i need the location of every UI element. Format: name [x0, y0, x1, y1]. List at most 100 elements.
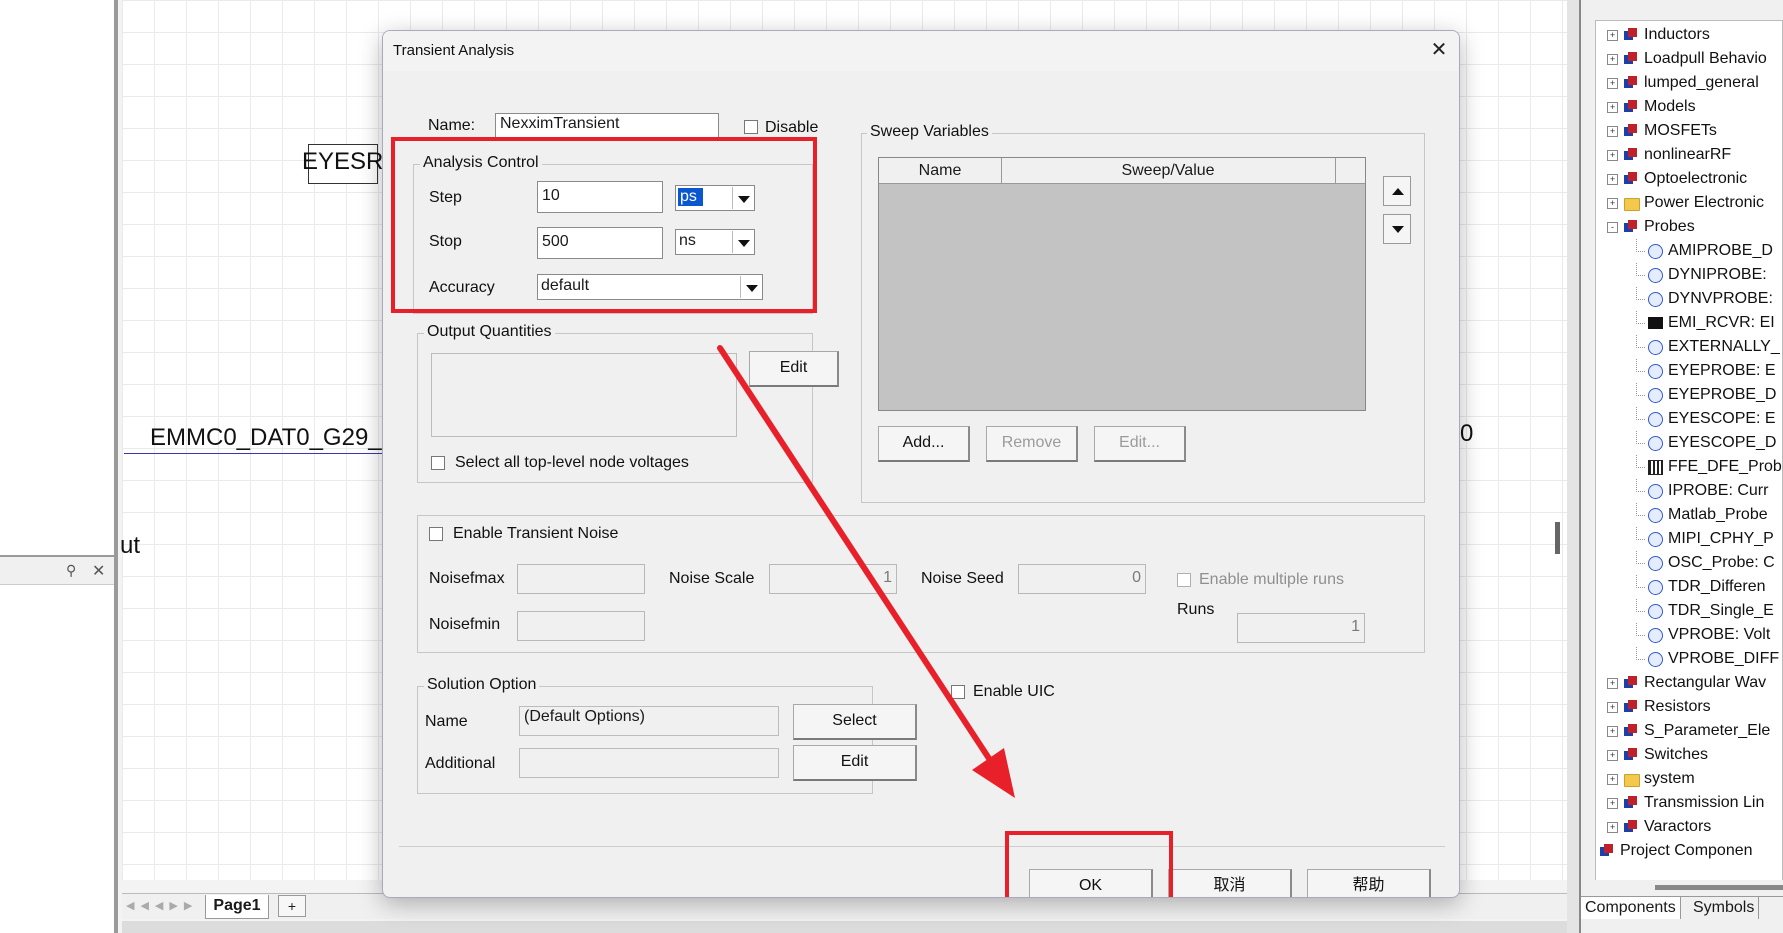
solution-select-button[interactable]: Select	[793, 704, 917, 740]
expand-icon[interactable]: +	[1607, 150, 1618, 161]
column-sweep-value[interactable]: Sweep/Value	[1001, 158, 1336, 183]
probe-icon	[1648, 628, 1663, 643]
probe-icon	[1648, 532, 1663, 547]
close-icon[interactable]: ✕	[92, 561, 105, 581]
schematic-label-eyes: EYESR	[302, 148, 384, 175]
splitter[interactable]	[1567, 0, 1579, 933]
pin-icon[interactable]: ⚲	[66, 562, 76, 579]
folder-icon	[1624, 198, 1640, 211]
noise-scale-label: Noise Scale	[669, 570, 755, 587]
probe-icon	[1648, 652, 1663, 667]
output-quantities-list[interactable]	[431, 353, 737, 437]
schematic-wire[interactable]	[124, 453, 384, 454]
expand-icon[interactable]: +	[1607, 174, 1618, 185]
cancel-button[interactable]: 取消	[1168, 869, 1292, 897]
noise-seed-input[interactable]: 0	[1018, 564, 1146, 594]
multiple-runs-checkbox[interactable]	[1177, 573, 1191, 587]
expand-icon[interactable]: +	[1607, 126, 1618, 137]
component-icon	[1624, 796, 1638, 810]
step-stop-highlight-box	[391, 137, 817, 313]
help-button[interactable]: 帮助	[1307, 869, 1431, 897]
page-tab[interactable]: Page1	[205, 895, 269, 919]
expand-icon[interactable]: +	[1607, 726, 1618, 737]
sweep-remove-button[interactable]: Remove	[986, 426, 1078, 462]
noisefmax-input[interactable]	[517, 564, 645, 594]
emi-receiver-icon	[1648, 317, 1663, 329]
tree-connector	[1636, 431, 1645, 444]
output-edit-button[interactable]: Edit	[749, 351, 839, 387]
probe-icon	[1648, 412, 1663, 427]
expand-icon[interactable]: +	[1607, 78, 1618, 89]
component-icon	[1624, 124, 1638, 138]
tree-connector	[1636, 647, 1645, 660]
expand-icon[interactable]: +	[1607, 822, 1618, 833]
multiple-runs-label: Enable multiple runs	[1199, 571, 1344, 588]
tab-components[interactable]: Components	[1581, 897, 1681, 919]
dialog-close-icon[interactable]: ✕	[1426, 37, 1452, 62]
tree-item-label: Rectangular Wav	[1644, 674, 1767, 691]
tree-scroll-thumb[interactable]	[1655, 885, 1783, 890]
splitter-handle[interactable]	[1555, 522, 1560, 554]
sweep-edit-button[interactable]: Edit...	[1094, 426, 1186, 462]
analysis-name-input[interactable]: NexximTransient	[495, 113, 719, 139]
tree-item-label: EYESCOPE: E	[1668, 410, 1776, 427]
noise-scale-input[interactable]: 1	[769, 564, 897, 594]
tab-symbols[interactable]: Symbols	[1689, 897, 1760, 919]
additional-label: Additional	[425, 755, 496, 772]
tree-connector	[1636, 575, 1645, 588]
left-properties-panel	[0, 555, 118, 933]
tree-item-label: Power Electronic	[1644, 194, 1765, 211]
probe-icon	[1648, 292, 1663, 307]
component-tree[interactable]: + Inductors + Loadpull Behavio + lumped_gener…	[1595, 20, 1783, 882]
tree-item-label: EXTERNALLY_	[1668, 338, 1780, 355]
transient-analysis-dialog: Transient Analysis ✕ Name: NexximTransie…	[382, 30, 1460, 898]
enable-noise-checkbox[interactable]	[429, 527, 443, 541]
probe-icon	[1648, 268, 1663, 283]
column-name[interactable]: Name	[879, 158, 1002, 183]
expand-icon[interactable]: +	[1607, 102, 1618, 113]
expand-icon[interactable]: +	[1607, 702, 1618, 713]
probe-icon	[1648, 364, 1663, 379]
left-project-panel	[0, 0, 118, 555]
tree-item-label: VPROBE: Volt	[1668, 626, 1771, 643]
dialog-titlebar[interactable]	[383, 31, 1459, 71]
move-down-button[interactable]	[1383, 214, 1411, 244]
ok-highlight-box	[1005, 831, 1173, 897]
tree-item-label: Project Componen	[1620, 842, 1753, 859]
expand-icon[interactable]: +	[1607, 750, 1618, 761]
add-page-button[interactable]: +	[278, 895, 306, 917]
disable-checkbox[interactable]	[744, 120, 758, 134]
page-nav-arrows[interactable]: ◀◀◀▶▶	[126, 899, 198, 912]
noisefmax-label: Noisefmax	[429, 570, 505, 587]
collapse-icon[interactable]: -	[1607, 222, 1618, 233]
tree-item-label: MIPI_CPHY_P	[1668, 530, 1774, 547]
expand-icon[interactable]: +	[1607, 678, 1618, 689]
name-label: Name:	[428, 117, 476, 134]
tree-item-label: EMI_RCVR: EI	[1668, 314, 1775, 331]
solution-edit-button[interactable]: Edit	[793, 745, 917, 781]
sweep-add-button[interactable]: Add...	[878, 426, 970, 462]
noisefmin-input[interactable]	[517, 611, 645, 641]
select-all-checkbox[interactable]	[431, 456, 445, 470]
enable-uic-checkbox[interactable]	[951, 685, 965, 699]
expand-icon[interactable]: +	[1607, 54, 1618, 65]
output-quantities-title: Output Quantities	[424, 323, 555, 341]
runs-input[interactable]: 1	[1237, 613, 1365, 643]
tree-item-label: Loadpull Behavio	[1644, 50, 1767, 67]
schematic-label-zero: 0	[1460, 420, 1474, 447]
probe-icon	[1648, 556, 1663, 571]
expand-icon[interactable]: +	[1607, 798, 1618, 809]
expand-icon[interactable]: +	[1607, 198, 1618, 209]
component-icon	[1624, 148, 1638, 162]
dialog-separator	[399, 846, 1445, 847]
tree-item-label: EYEPROBE_D	[1668, 386, 1777, 403]
probe-icon	[1648, 604, 1663, 619]
expand-icon[interactable]: +	[1607, 774, 1618, 785]
folder-icon	[1624, 774, 1640, 787]
additional-options-field[interactable]	[519, 748, 779, 778]
move-up-button[interactable]	[1383, 176, 1411, 206]
expand-icon[interactable]: +	[1607, 30, 1618, 41]
schematic-net-label: EMMC0_DAT0_G29_	[150, 424, 382, 451]
sweep-variables-table[interactable]: Name Sweep/Value	[878, 157, 1366, 411]
tree-item-label: DYNIPROBE:	[1668, 266, 1767, 283]
